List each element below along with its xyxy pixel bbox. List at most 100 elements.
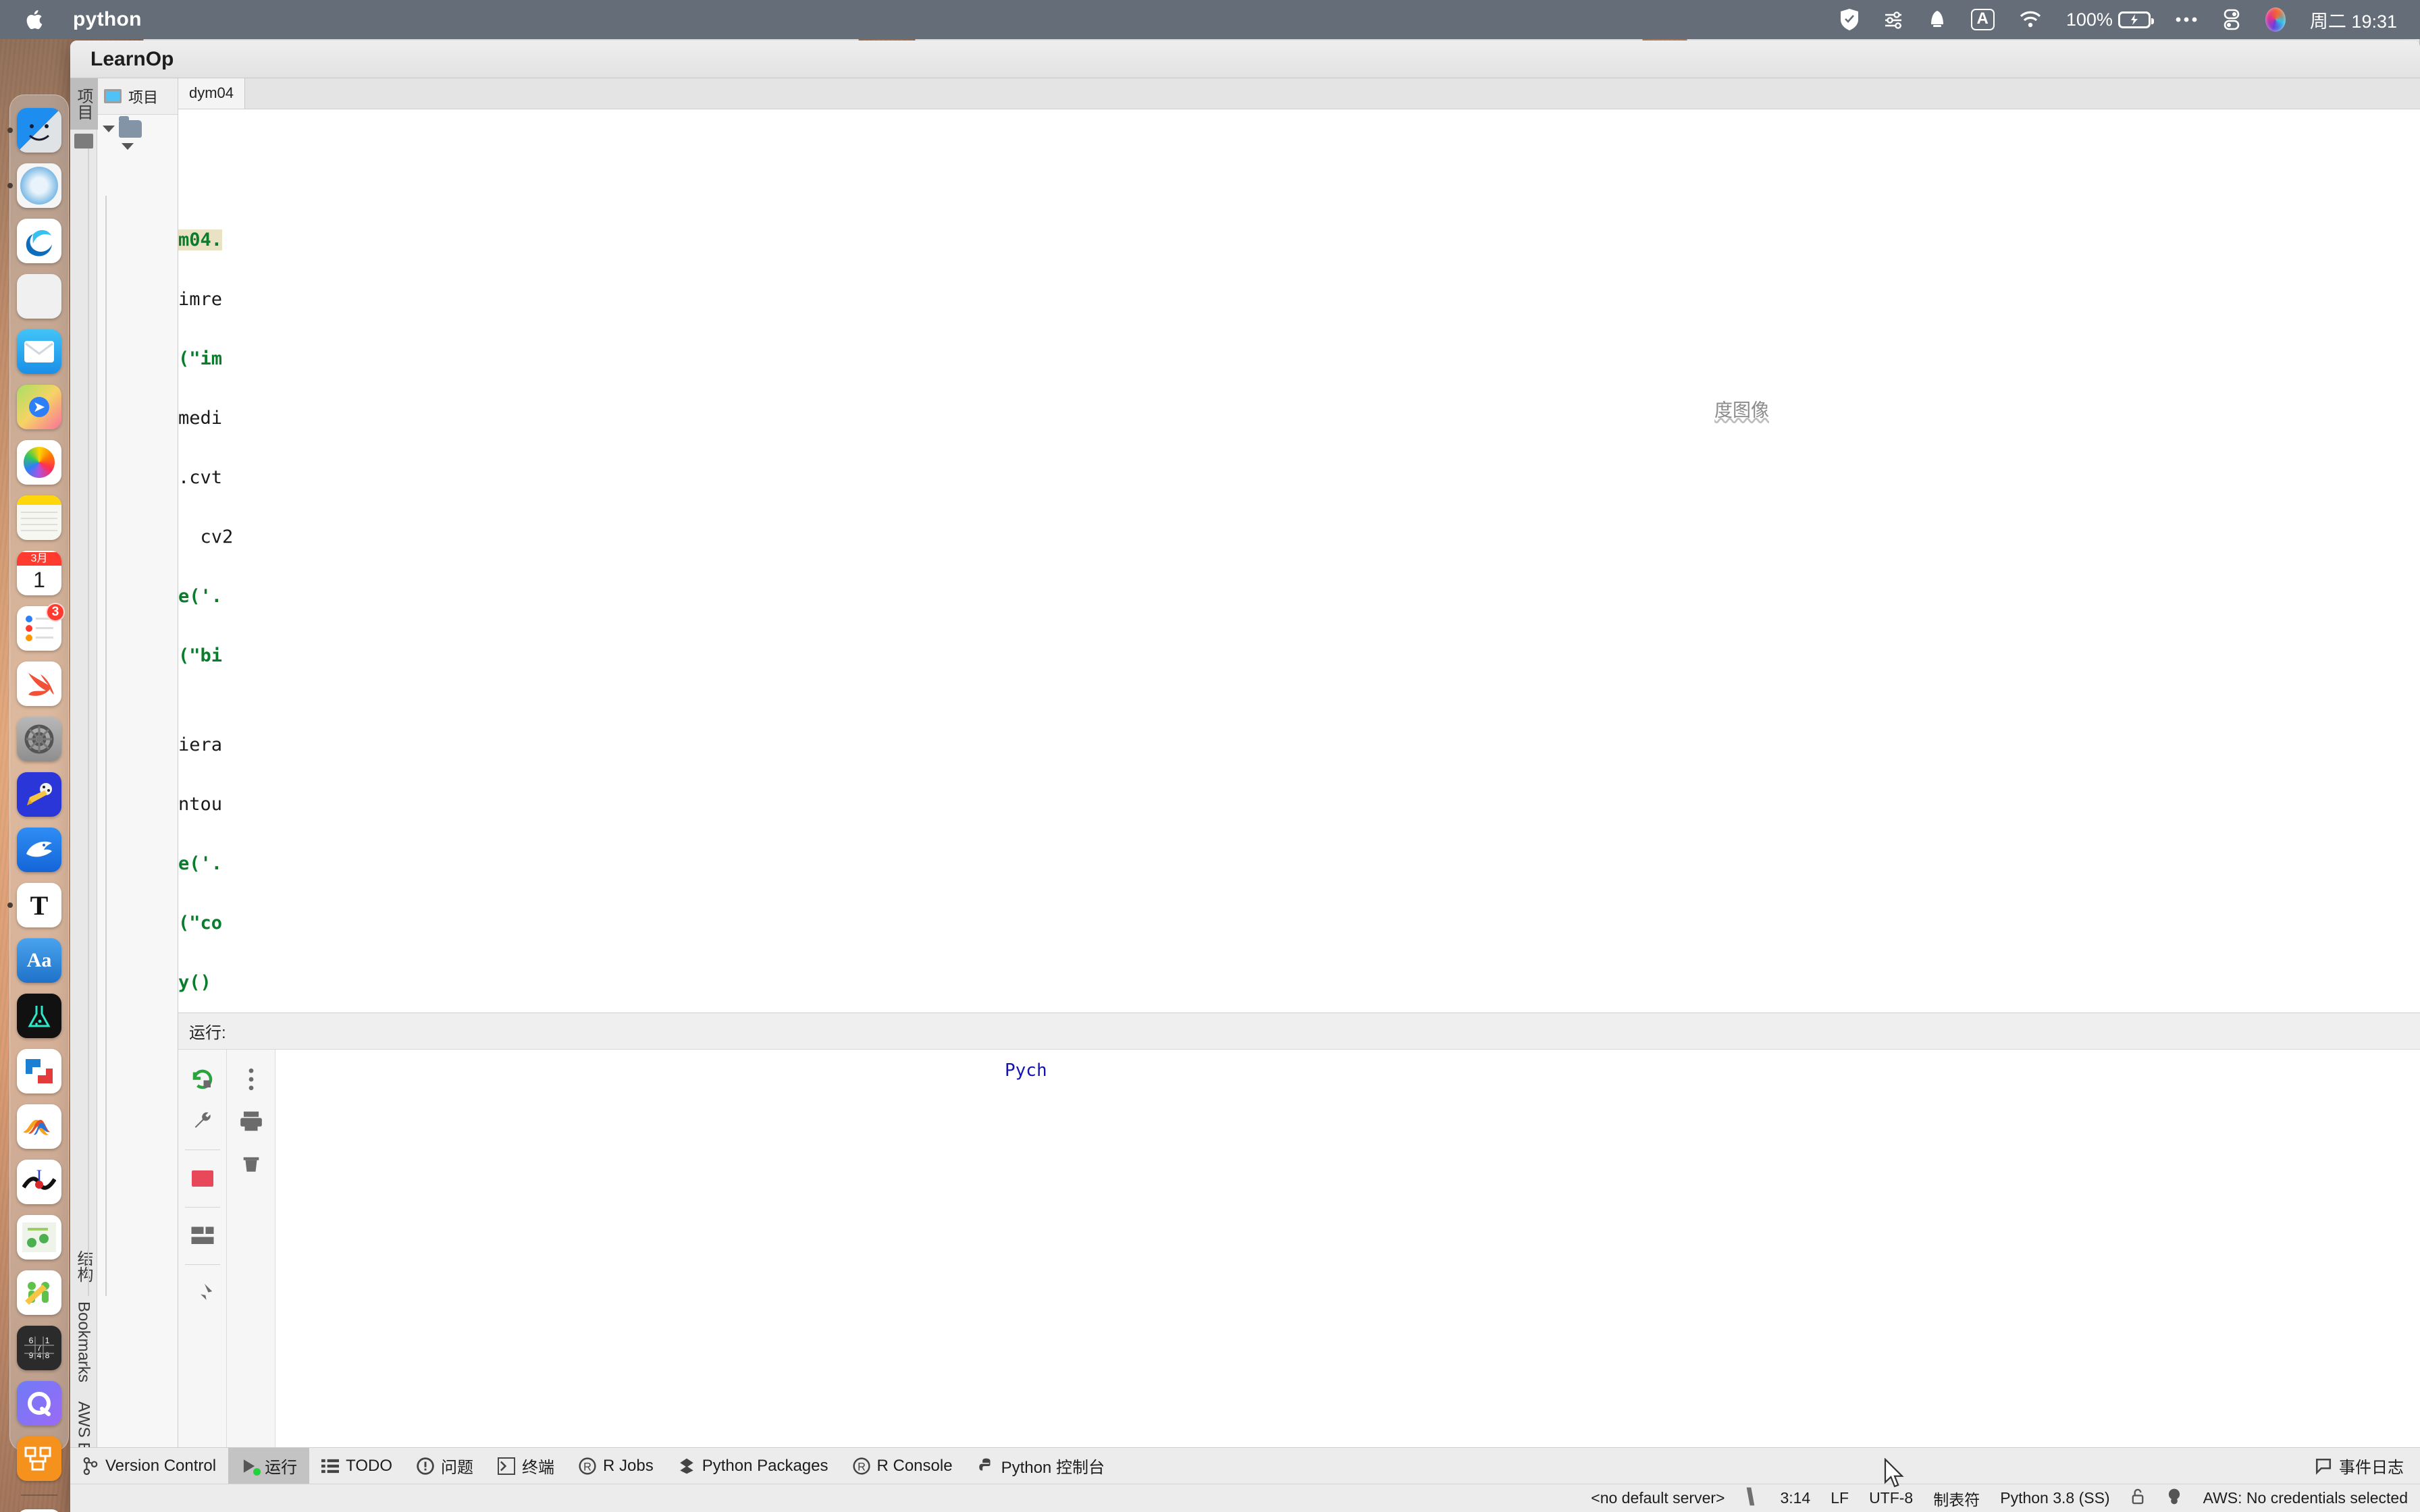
- tool-window-bar[interactable]: Version Control 运行 TODO 问题 终端 R R Jobs P…: [70, 1447, 2420, 1484]
- status-aws[interactable]: AWS: No credentials selected: [2203, 1489, 2408, 1507]
- run-console-text: Pych: [1005, 1060, 1047, 1081]
- dock-item-draw-tool[interactable]: [15, 1268, 63, 1317]
- dock-item-lab-flask[interactable]: [15, 992, 63, 1040]
- dock-item-textedit[interactable]: T: [7, 881, 63, 929]
- dock-item-matlab[interactable]: [15, 1102, 63, 1151]
- tool-window-problems[interactable]: 问题: [404, 1448, 485, 1484]
- sidebar-item-project[interactable]: 项目: [70, 78, 98, 130]
- dock-item-edge[interactable]: [15, 217, 63, 265]
- dock-item-reminders[interactable]: 3: [15, 603, 65, 653]
- dock-item-sync-tool[interactable]: [15, 1047, 63, 1096]
- database-icon[interactable]: [2165, 1488, 2183, 1509]
- vcs-icon[interactable]: [1745, 1486, 1760, 1511]
- menu-bar[interactable]: python A 100% 周二 19:31: [0, 0, 2420, 39]
- status-interpreter[interactable]: Python 3.8 (SS): [2000, 1489, 2109, 1507]
- dock-item-qt-creator[interactable]: [15, 1379, 63, 1428]
- tool-window-event-log[interactable]: 事件日志: [2315, 1454, 2420, 1478]
- dock-item-map-editor[interactable]: [15, 1213, 63, 1262]
- editor-area[interactable]: dym04 m04. imre ("im medi .cvt cv2 e('. …: [178, 78, 2420, 1512]
- dock-item-sudoku[interactable]: 617 948: [15, 1324, 63, 1372]
- notification-bell-icon[interactable]: [1928, 6, 1947, 33]
- project-tool-window[interactable]: 项目: [88, 78, 178, 1512]
- dock-item-system-settings[interactable]: [15, 715, 63, 763]
- battery-icon[interactable]: 100%: [2066, 6, 2154, 33]
- battery-shell: [2118, 11, 2154, 28]
- shield-check-icon[interactable]: [1840, 6, 1859, 33]
- dock-item-omnigraffle[interactable]: [15, 1434, 63, 1483]
- tool-window-run[interactable]: 运行: [228, 1447, 310, 1484]
- siri-icon[interactable]: [2265, 6, 2286, 33]
- dock-item-safari[interactable]: [7, 161, 63, 210]
- run-toolbar[interactable]: [178, 1050, 227, 1512]
- dock-item-finder[interactable]: [7, 106, 63, 155]
- lock-icon[interactable]: [2130, 1488, 2145, 1509]
- tool-window-r-console[interactable]: R R Console: [841, 1448, 965, 1484]
- chevron-down-icon[interactable]: [122, 143, 134, 150]
- ellipsis-icon[interactable]: [2175, 6, 2198, 33]
- print-icon[interactable]: [236, 1108, 267, 1135]
- tree-row[interactable]: [97, 115, 178, 138]
- run-tool-window[interactable]: 运行: Pych: [178, 1013, 2420, 1512]
- dictionary-icon: Aa: [17, 938, 61, 983]
- svg-text:9: 9: [29, 1351, 34, 1360]
- dock-item-igor-pro[interactable]: I: [15, 1158, 63, 1206]
- tree-row[interactable]: [97, 138, 178, 150]
- tool-window-python-packages[interactable]: Python Packages: [666, 1448, 841, 1484]
- svg-text:6: 6: [29, 1336, 34, 1345]
- code-content[interactable]: m04. imre ("im medi .cvt cv2 e('. ("bi i…: [178, 109, 2420, 1116]
- dock-item-calendar[interactable]: 3月 1: [15, 549, 63, 597]
- desktop-root: LearnOp 项目 结构 Bookmarks AWS Explorer: [0, 0, 2420, 1512]
- editor-tab-dym04[interactable]: dym04: [178, 78, 246, 109]
- dock-item-dictionary[interactable]: Aa: [15, 936, 63, 985]
- status-line-separator[interactable]: LF: [1831, 1489, 1849, 1507]
- pycharm-window[interactable]: LearnOp 项目 结构 Bookmarks AWS Explorer: [70, 40, 2420, 1512]
- run-toolbar-secondary[interactable]: [227, 1050, 275, 1512]
- dock-item-qq-music[interactable]: ♪: [15, 1507, 63, 1512]
- qq-music-icon: ♪: [17, 1509, 61, 1512]
- warning-icon: [417, 1457, 434, 1475]
- dock-item-photos[interactable]: [15, 438, 63, 487]
- dock-item-launchpad[interactable]: [15, 272, 63, 321]
- more-icon[interactable]: [236, 1066, 267, 1093]
- trash-icon[interactable]: [236, 1150, 267, 1177]
- tool-window-label: 问题: [441, 1459, 473, 1477]
- run-console-output[interactable]: Pych: [275, 1050, 2420, 1512]
- dock[interactable]: ➤ 3月 1 3 T Aa I 6 1 7 9 4 8: [7, 94, 69, 1512]
- status-default-server[interactable]: <no default server>: [1591, 1489, 1725, 1507]
- tool-window-terminal[interactable]: 终端: [485, 1448, 567, 1484]
- tool-window-r-jobs[interactable]: R R Jobs: [567, 1448, 666, 1484]
- play-icon: [240, 1457, 261, 1476]
- stop-icon[interactable]: [187, 1165, 218, 1192]
- wifi-icon[interactable]: [2019, 6, 2042, 33]
- tool-window-label: 运行: [265, 1459, 298, 1477]
- dock-item-mail[interactable]: [15, 327, 63, 376]
- tool-window-python-console[interactable]: Python 控制台: [965, 1448, 1117, 1484]
- sidebar-item-bookmarks[interactable]: Bookmarks: [72, 1292, 96, 1392]
- dock-item-swift-playgrounds[interactable]: [15, 659, 63, 708]
- svg-text:8: 8: [45, 1351, 50, 1360]
- dock-item-browser-bird[interactable]: [15, 826, 63, 874]
- apple-logo-icon[interactable]: [26, 9, 43, 30]
- sliders-icon[interactable]: [1883, 6, 1903, 33]
- finder-icon: [17, 108, 61, 153]
- control-center-icon[interactable]: [2222, 6, 2241, 33]
- editor-tab-bar[interactable]: dym04: [178, 78, 2420, 109]
- ide-title-bar[interactable]: LearnOp: [70, 40, 2420, 78]
- menu-bar-clock[interactable]: 周二 19:31: [2310, 7, 2397, 33]
- pin-icon[interactable]: [187, 1280, 218, 1307]
- settings-wrench-icon[interactable]: [187, 1108, 218, 1135]
- layout-icon[interactable]: [187, 1222, 218, 1249]
- input-method-icon[interactable]: A: [1970, 6, 1995, 33]
- dock-item-movie-editor[interactable]: [15, 770, 63, 819]
- reminders-badge: 3: [46, 603, 65, 622]
- tool-window-todo[interactable]: TODO: [309, 1448, 404, 1484]
- rerun-icon[interactable]: [187, 1066, 218, 1093]
- active-app-name[interactable]: python: [73, 8, 142, 31]
- dock-item-notes[interactable]: [15, 493, 63, 542]
- sidebar-item-structure[interactable]: 结构: [70, 1241, 98, 1292]
- tool-window-version-control[interactable]: Version Control: [70, 1448, 228, 1484]
- chevron-down-icon[interactable]: [103, 126, 115, 132]
- status-indent[interactable]: 制表符: [1933, 1487, 1980, 1510]
- status-caret-position[interactable]: 3:14: [1780, 1489, 1810, 1507]
- dock-item-maps[interactable]: ➤: [15, 383, 63, 431]
